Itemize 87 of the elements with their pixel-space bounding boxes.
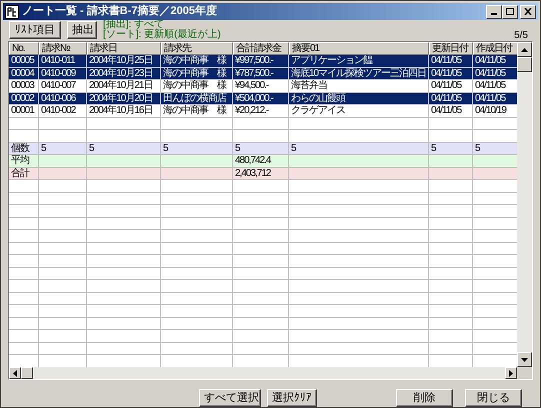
column-header[interactable]: 合計請求金 xyxy=(233,42,289,55)
table-cell: 0410-006 xyxy=(41,92,76,104)
table-cell: ¥787,500.- xyxy=(235,68,273,79)
left-arrow-icon xyxy=(13,370,17,376)
push-button[interactable]: 閉じる xyxy=(465,389,522,407)
table-cell: クラゲアイス xyxy=(291,105,345,116)
push-button[interactable]: ﾘｽﾄ項目 xyxy=(9,21,61,39)
table-cell: 00005 xyxy=(11,55,34,66)
table-cell: 0410-007 xyxy=(41,80,76,92)
table-cell: 5 xyxy=(431,142,436,154)
table-cell: ¥94,500.- xyxy=(235,80,268,92)
table-cell: 5 xyxy=(163,142,168,154)
table-cell: 5 xyxy=(89,142,94,154)
table-cell: 5 xyxy=(41,142,46,154)
vertical-scrollbar[interactable] xyxy=(517,42,532,367)
table-cell: 海の中商事 様 xyxy=(163,68,226,79)
table-row[interactable]: 00001 0410-002 2004年10月16日 海の中商事 様 ¥20,212.- クラゲアイス 04/11/05 04/10/19 xyxy=(9,105,517,118)
table-cell: ¥504,000.- xyxy=(235,92,273,104)
table-cell: 04/11/05 xyxy=(475,80,506,92)
table-cell: 0410-002 xyxy=(41,105,76,116)
maximize-icon xyxy=(506,8,514,15)
table-cell: 5 xyxy=(291,142,296,154)
scrollbar-corner xyxy=(517,367,532,379)
sort-status: [ソート]: 更新順(最近が上) xyxy=(103,30,221,40)
table-cell: 2004年10月16日 xyxy=(89,105,152,116)
table-cell: 04/11/05 xyxy=(475,68,506,79)
table-cell: ¥997,500.- xyxy=(235,55,273,66)
table-cell: 04/11/05 xyxy=(431,80,462,92)
close-icon xyxy=(524,8,532,15)
push-button[interactable]: 削除 xyxy=(396,389,453,407)
table-row[interactable]: 00005 0410-011 2004年10月25日 海の中商事 様 ¥997,500.- アプリケーション饂 04/11/05 04/11/05 xyxy=(9,55,517,68)
table-cell: 海の中商事 様 xyxy=(163,80,226,92)
maximize-button[interactable] xyxy=(502,4,518,18)
column-header[interactable]: 請求先 xyxy=(161,42,233,55)
record-count: 5/5 xyxy=(514,28,528,42)
filter-status: [抽出]: すべて xyxy=(103,20,164,30)
table-cell: 海の中商事 様 xyxy=(163,55,226,66)
right-arrow-icon xyxy=(509,370,513,376)
app-icon xyxy=(5,4,19,18)
table-cell: 04/11/05 xyxy=(431,92,462,104)
table-cell: 04/11/05 xyxy=(475,55,506,66)
table-cell: 2,403,712 xyxy=(235,168,270,179)
table-cell: 00003 xyxy=(11,80,34,92)
push-button[interactable]: 抽出 xyxy=(67,21,97,39)
window-title: ノート一覧 - 請求書B-7摘要／2005年度 xyxy=(22,4,217,18)
table-row[interactable]: 00002 0410-006 2004年10月20日 田んぼの横商店 ¥504,000.- わらの山饅頭 04/11/05 04/11/05 xyxy=(9,92,517,105)
scroll-thumb[interactable] xyxy=(517,57,532,72)
minimize-button[interactable] xyxy=(486,4,502,18)
table-row[interactable]: 00004 0410-009 2004年10月23日 海の中商事 様 ¥787,500.- 海底10マイル探検ツアー三泊四日 04/11/05 04/11/05 xyxy=(9,68,517,80)
table-cell: 04/11/05 xyxy=(431,55,462,66)
table-cell: 2004年10月21日 xyxy=(89,80,152,92)
table-cell: 04/11/05 xyxy=(431,105,462,116)
table-cell: 5 xyxy=(475,142,480,154)
column-header[interactable]: No. xyxy=(9,42,39,55)
table-cell: 2004年10月25日 xyxy=(89,55,152,66)
table-cell: ¥20,212.- xyxy=(235,105,268,116)
table-cell: 個数 xyxy=(11,142,29,154)
table-cell: 平均 xyxy=(11,155,29,166)
table-cell: 2004年10月23日 xyxy=(89,68,152,79)
table-cell: 5 xyxy=(235,142,240,154)
table-cell: 海の中商事 様 xyxy=(163,105,226,116)
column-header[interactable]: 請求№ xyxy=(39,42,87,55)
table-cell: 田んぼの横商店 xyxy=(163,92,226,104)
down-arrow-icon xyxy=(521,358,528,362)
table-cell: わらの山饅頭 xyxy=(291,92,345,104)
push-button[interactable]: すべて選択 xyxy=(199,389,261,407)
table-cell: 00001 xyxy=(11,105,34,116)
table-cell: 00002 xyxy=(11,92,34,104)
horizontal-scrollbar[interactable] xyxy=(9,367,532,379)
table-cell: 04/11/05 xyxy=(475,92,506,104)
up-arrow-icon xyxy=(521,48,528,52)
table-cell: 04/11/05 xyxy=(431,68,462,79)
table-cell: 合計 xyxy=(11,168,29,179)
table-cell: 0410-011 xyxy=(41,55,75,66)
close-button[interactable] xyxy=(520,4,536,18)
table-cell: 00004 xyxy=(11,68,34,79)
table-cell: 海苔弁当 xyxy=(291,80,327,92)
push-button[interactable]: 選択ｸﾘｱ xyxy=(267,389,317,407)
table-cell: 480,742.4 xyxy=(235,155,270,166)
column-header[interactable]: 請求日 xyxy=(87,42,161,55)
table-cell: 海底10マイル探検ツアー三泊四日 xyxy=(291,68,426,79)
table-cell: 04/10/19 xyxy=(475,105,506,116)
table-row[interactable]: 00003 0410-007 2004年10月21日 海の中商事 様 ¥94,500.- 海苔弁当 04/11/05 04/11/05 xyxy=(9,80,517,92)
table-cell: アプリケーション饂 xyxy=(291,55,372,66)
scroll-thumb[interactable] xyxy=(21,367,33,379)
table-cell: 0410-009 xyxy=(41,68,76,79)
table-cell: 2004年10月20日 xyxy=(89,92,152,104)
